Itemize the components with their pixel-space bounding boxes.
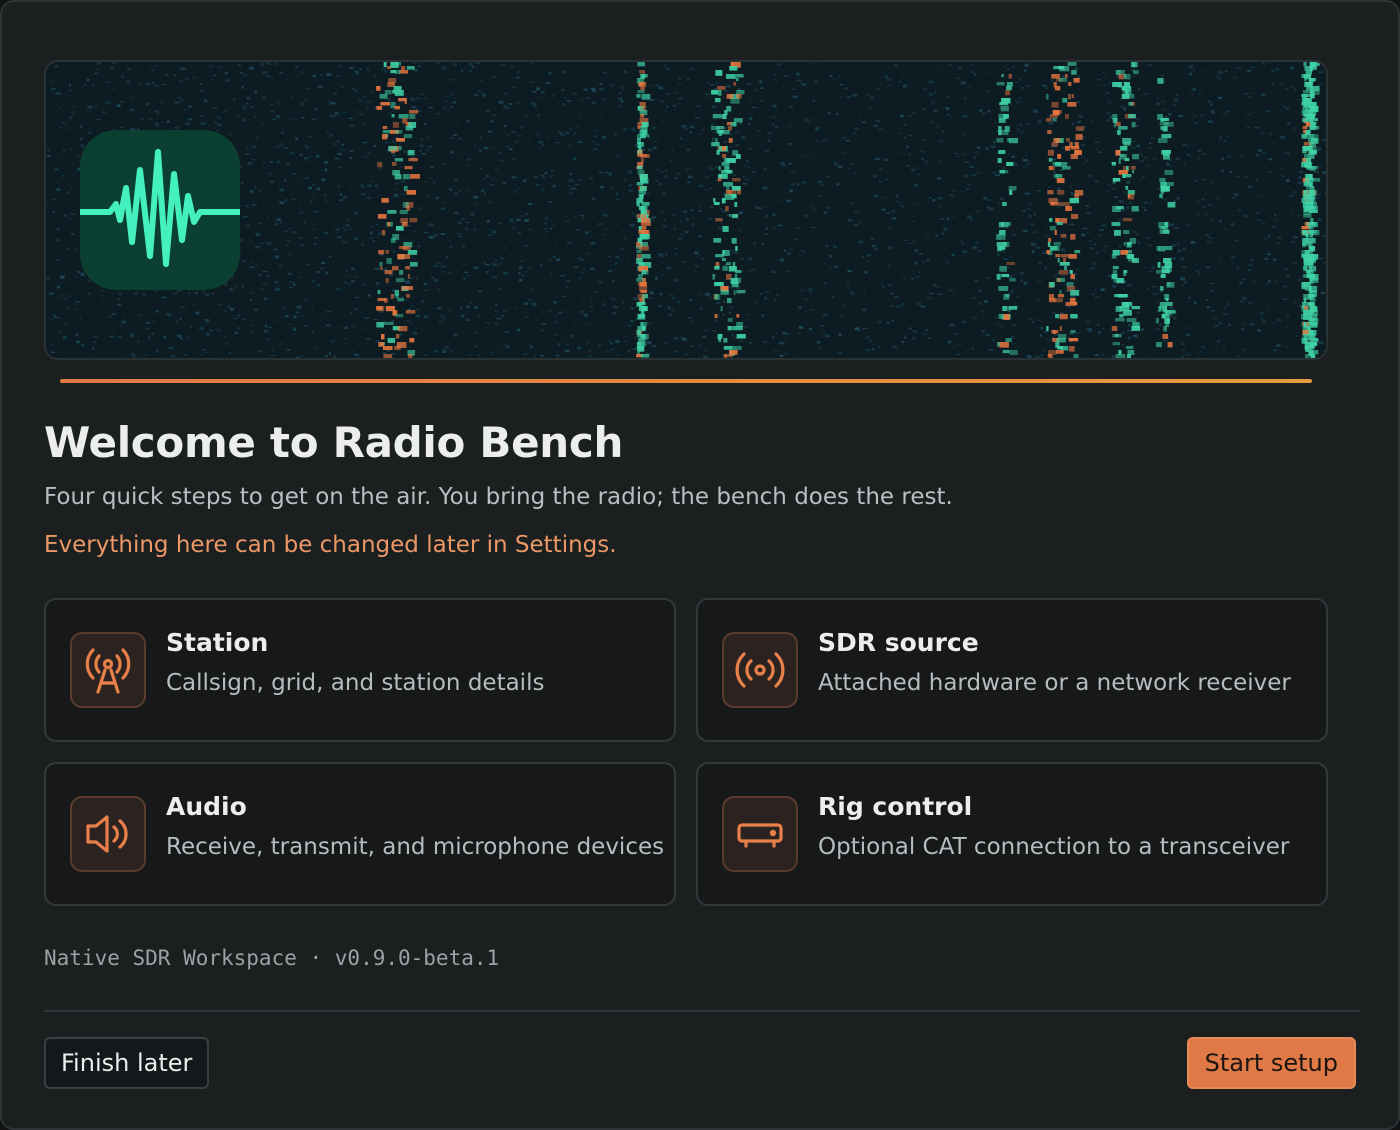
setup-dialog: Welcome to Radio Bench Four quick steps … (0, 0, 1400, 1130)
radio-rig-icon (737, 823, 783, 848)
footer-divider (44, 1010, 1360, 1012)
antenna-tower-icon (85, 648, 131, 694)
page-title: Welcome to Radio Bench (44, 418, 624, 467)
step-description: Callsign, grid, and station details (166, 670, 545, 696)
step-title: Rig control (818, 792, 973, 821)
audio-icon-box (70, 796, 146, 872)
step-description: Optional CAT connection to a transceiver (818, 834, 1290, 860)
step-title: Audio (166, 792, 247, 821)
step-card-audio[interactable]: Audio Receive, transmit, and microphone … (44, 762, 676, 906)
app-logo (80, 130, 240, 290)
start-setup-button[interactable]: Start setup (1186, 1037, 1356, 1089)
waveform-icon (80, 149, 240, 267)
spectrogram-banner (44, 60, 1328, 360)
step-description: Receive, transmit, and microphone device… (166, 834, 665, 860)
broadcast-icon (735, 652, 785, 688)
version-label: Native SDR Workspace · v0.9.0-beta.1 (44, 946, 500, 970)
step-description: Attached hardware or a network receiver (818, 670, 1291, 696)
rig-icon-box (722, 796, 798, 872)
step-title: Station (166, 628, 269, 657)
step-title: SDR source (818, 628, 979, 657)
step-card-sdr-source[interactable]: SDR source Attached hardware or a networ… (696, 598, 1328, 742)
step-card-station[interactable]: Station Callsign, grid, and station deta… (44, 598, 676, 742)
settings-note: Everything here can be changed later in … (44, 532, 617, 558)
sdr-icon-box (722, 632, 798, 708)
step-card-rig-control[interactable]: Rig control Optional CAT connection to a… (696, 762, 1328, 906)
accent-divider (60, 379, 1312, 383)
page-subtitle: Four quick steps to get on the air. You … (44, 484, 953, 510)
station-icon-box (70, 632, 146, 708)
finish-later-button[interactable]: Finish later (44, 1037, 210, 1089)
speaker-icon (86, 815, 128, 853)
